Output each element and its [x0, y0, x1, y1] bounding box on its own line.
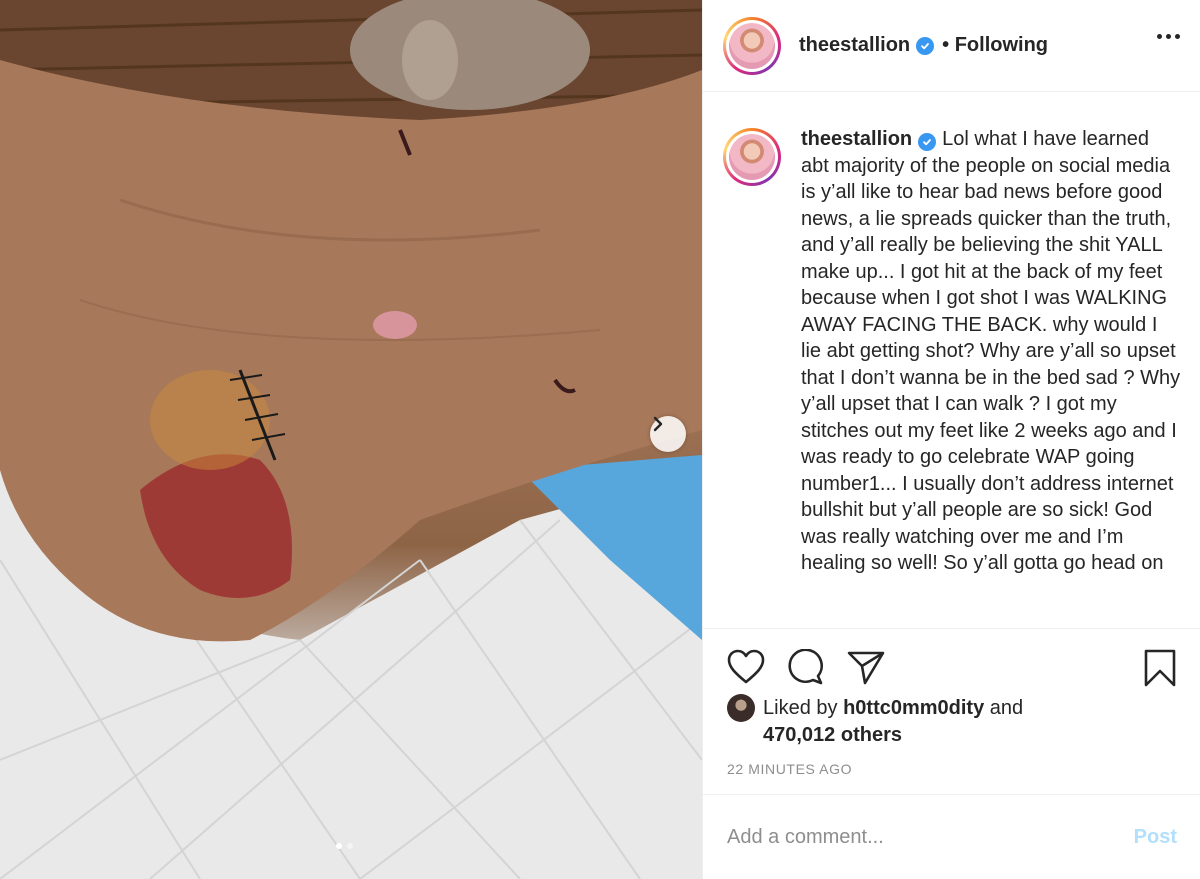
follow-status[interactable]: • Following: [942, 34, 1048, 57]
comment-bubble-icon: [788, 648, 823, 685]
caption-avatar[interactable]: [723, 128, 781, 186]
comment-button[interactable]: [787, 648, 825, 690]
save-button[interactable]: [1143, 649, 1177, 692]
caption-section: theestallion Lol what I have learned abt …: [703, 92, 1200, 628]
caption-username-link[interactable]: theestallion: [801, 128, 912, 150]
post-header: theestallion • Following: [703, 0, 1200, 92]
liked-by-user-link[interactable]: h0ttc0mm0dity: [843, 697, 984, 719]
liked-by-prefix: Liked by: [763, 697, 838, 719]
comment-input[interactable]: [727, 825, 1134, 849]
liker-avatar[interactable]: [727, 694, 755, 722]
carousel-next-button[interactable]: [650, 416, 686, 452]
follow-status-label: Following: [954, 34, 1049, 56]
username-link[interactable]: theestallion: [799, 34, 910, 57]
carousel-indicator: [336, 843, 353, 849]
likes-count-link[interactable]: 470,012 others: [763, 724, 902, 746]
chevron-right-icon: [653, 416, 663, 432]
more-options-icon[interactable]: [1157, 34, 1180, 39]
post-caption: theestallion Lol what I have learned abt …: [801, 126, 1181, 577]
post-photo: [0, 0, 702, 879]
caption-body: Lol what I have learned abt majority of …: [801, 128, 1181, 574]
verified-badge-icon: [916, 36, 935, 55]
liked-by-and: and: [989, 697, 1024, 719]
comment-form: Post: [703, 794, 1200, 879]
post-image: [0, 0, 702, 879]
like-button[interactable]: [727, 649, 765, 690]
post-timestamp[interactable]: 22 MINUTES AGO: [727, 761, 852, 777]
profile-avatar[interactable]: [723, 16, 781, 75]
share-button[interactable]: [847, 649, 885, 690]
carousel-dot-2: [347, 843, 353, 849]
likes-summary: Liked by h0ttc0mm0dity and 470,012 other…: [727, 694, 1024, 749]
paper-plane-icon: [847, 651, 885, 685]
post-sidebar: theestallion • Following theestallion Lol…: [702, 0, 1200, 879]
post-comment-button[interactable]: Post: [1134, 826, 1177, 849]
post-actions: Liked by h0ttc0mm0dity and 470,012 other…: [703, 628, 1200, 794]
heart-icon: [727, 649, 765, 684]
carousel-dot-1: [336, 843, 342, 849]
bookmark-icon: [1144, 649, 1176, 687]
verified-badge-icon: [918, 133, 937, 151]
